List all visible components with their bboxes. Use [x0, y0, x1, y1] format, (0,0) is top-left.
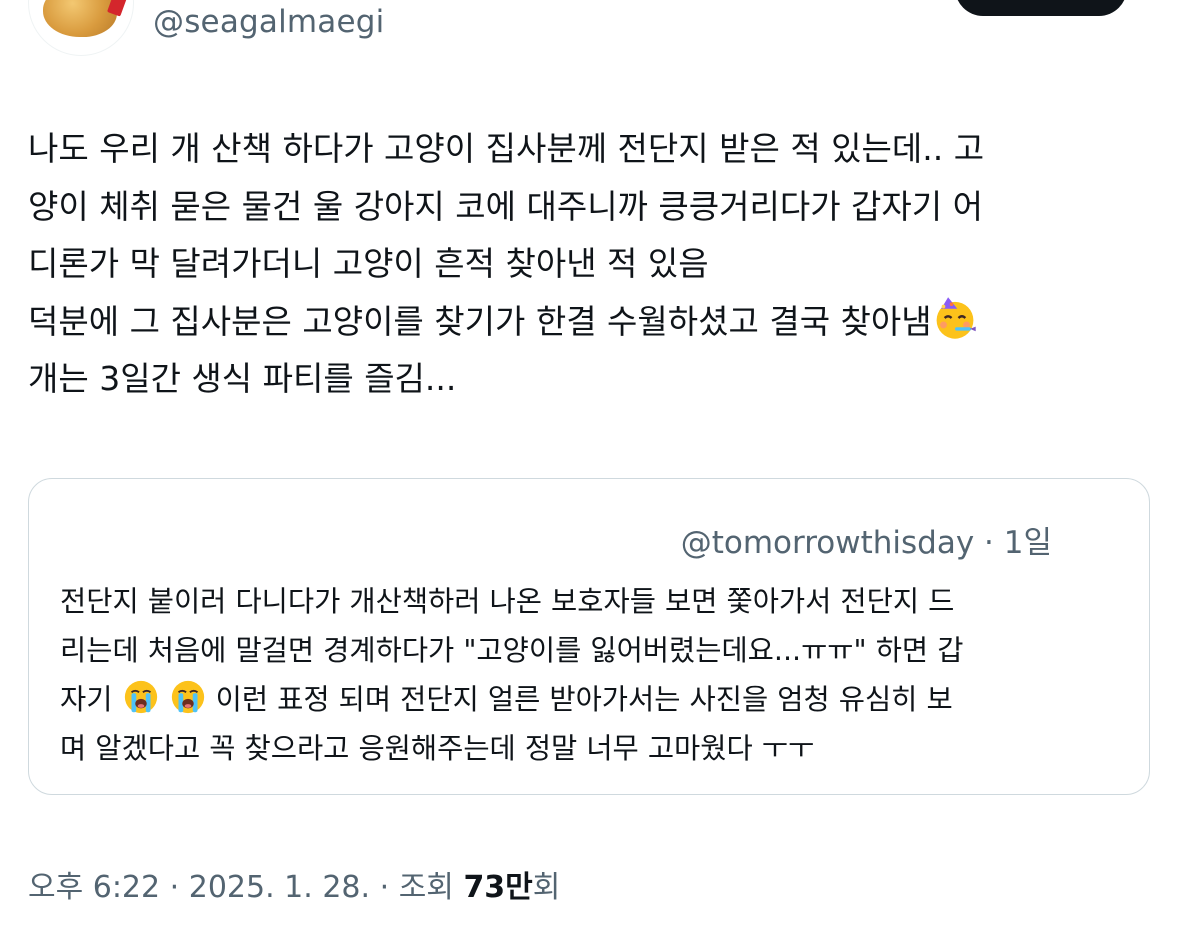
quote-line-suffix: 이런 표정 되며 전단지 얼른 받아가서는 사진을 엄청 유심히 보	[215, 683, 953, 716]
tweet-text: 나도 우리 개 산책 하다가 고양이 집사분께 전단지 받은 적 있는데.. 고…	[28, 120, 1148, 408]
quoted-tweet-card[interactable]: @tomorrowthisday · 1일 전단지 붙이러 다니다가 개산책하러…	[28, 478, 1150, 795]
quote-line: 며 알겠다고 꼭 찾으라고 응원해주는데 정말 너무 고마웠다 ㅜㅜ	[60, 732, 815, 765]
tweet-meta: 오후 6:22 · 2025. 1. 28. · 조회 73만회	[28, 862, 560, 906]
tweet-line: 양이 체취 묻은 물건 울 강아지 코에 대주니까 킁킁거리다가 갑자기 어	[28, 186, 983, 226]
quote-line: 리는데 처음에 말걸면 경계하다가 "고양이를 잃어버렸는데요...ㅠㅠ" 하면…	[60, 634, 964, 667]
tweet-time[interactable]: 오후 6:22	[28, 870, 160, 905]
quote-line: 전단지 붙이러 다니다가 개산책하러 나온 보호자들 보면 쫓아가서 전단지 드	[60, 585, 955, 618]
quoted-tweet-text: 전단지 붙이러 다니다가 개산책하러 나온 보호자들 보면 쫓아가서 전단지 드…	[60, 577, 1120, 773]
quoted-author-handle[interactable]: @tomorrowthisday	[681, 525, 974, 561]
views-label: 조회	[398, 870, 454, 905]
tweet-line: 나도 우리 개 산책 하다가 고양이 집사분께 전단지 받은 적 있는데.. 고	[28, 129, 985, 168]
views-count[interactable]: 73만	[463, 870, 532, 905]
author-handle[interactable]: @seagalmaegi	[153, 4, 384, 40]
loudly-crying-face-icon	[124, 680, 157, 714]
partying-face-icon	[936, 296, 976, 339]
tweet-line: 덕분에 그 집사분은 고양이를 찾기가 한결 수월하셨고 결국 찾아냄	[28, 293, 1148, 351]
potato-avatar-image	[43, 0, 117, 37]
tweet-date[interactable]: 2025. 1. 28.	[189, 870, 370, 905]
separator-dot: ·	[169, 870, 180, 905]
quoted-tweet-time[interactable]: · 1일	[984, 525, 1052, 561]
tweet-line: 개는 3일간 생식 파티를 즐김...	[28, 359, 457, 398]
tweet-line-text: 덕분에 그 집사분은 고양이를 찾기가 한결 수월하셨고 결국 찾아냄	[28, 301, 932, 341]
quoted-tweet-header: @tomorrowthisday · 1일	[681, 517, 1052, 562]
follow-button[interactable]	[955, 0, 1127, 16]
separator-dot: ·	[379, 870, 390, 905]
tweet-line: 디론가 막 달려가더니 고양이 흔적 찾아낸 적 있음	[28, 244, 709, 283]
loudly-crying-face-icon	[171, 680, 204, 714]
quote-line-prefix: 자기	[60, 683, 113, 716]
author-avatar[interactable]	[28, 0, 134, 56]
views-suffix: 회	[532, 870, 561, 905]
quote-line: 자기 이런 표정 되며 전단지 얼른 받아가서는 사진을 엄청 유심히 보	[60, 675, 1120, 724]
